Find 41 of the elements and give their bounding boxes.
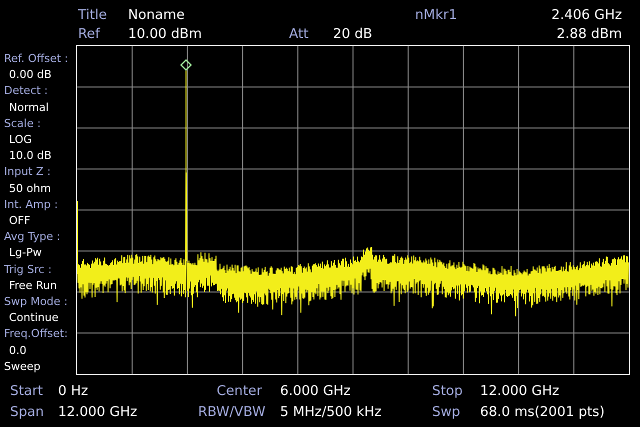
parameter-label: Span	[10, 403, 45, 422]
setting-label: Input Z :	[4, 164, 52, 180]
parameter-label: Center	[216, 382, 263, 401]
section-label: Sweep	[4, 358, 42, 375]
setting-value: 0.00 dB	[8, 67, 53, 84]
parameter-label: Stop	[432, 382, 464, 401]
att-value: 20 dB	[333, 25, 374, 44]
setting-value: 0.0	[8, 342, 28, 359]
marker-frequency: 2.406 GHz	[551, 6, 622, 25]
setting-value: Lg-Pw	[8, 245, 43, 262]
setting-label: Avg Type :	[4, 229, 62, 246]
setting-value: 10.0 dB	[8, 148, 53, 164]
ref-label: Ref	[78, 25, 102, 44]
setting-value: 50 ohm	[8, 180, 52, 197]
setting-value: OFF	[8, 213, 32, 230]
setting-label: Int. Amp :	[4, 196, 59, 213]
parameter-label: Start	[10, 382, 44, 401]
setting-value: Normal	[8, 100, 50, 116]
setting-label: Ref. Offset :	[4, 51, 70, 67]
parameter-value: 12.000 GHz	[480, 382, 560, 401]
setting-value: LOG	[8, 132, 33, 148]
parameter-value: 68.0 ms(2001 pts)	[480, 403, 606, 422]
parameter-value: 0 Hz	[58, 382, 90, 401]
parameter-label: Swp	[432, 403, 462, 422]
parameter-label: RBW/VBW	[198, 403, 266, 422]
title-label: Title	[78, 6, 108, 25]
att-label: Att	[289, 25, 310, 44]
title-value: Noname	[128, 6, 186, 25]
parameter-value: 6.000 GHz	[279, 382, 352, 401]
setting-label: Trig Src :	[4, 262, 53, 278]
setting-label: Swp Mode :	[4, 294, 69, 310]
marker-amplitude: 2.88 dBm	[556, 25, 622, 44]
setting-value: Continue	[8, 310, 60, 326]
setting-value: Free Run	[8, 278, 58, 294]
marker-label: nMkr1	[415, 6, 458, 25]
setting-label: Detect :	[4, 83, 49, 100]
setting-label: Freq.Offset:	[4, 326, 69, 342]
setting-label: Scale :	[4, 116, 42, 132]
parameter-value: 5 MHz/500 kHz	[279, 403, 382, 422]
parameter-value: 12.000 GHz	[58, 403, 138, 422]
ref-value: 10.00 dBm	[128, 25, 203, 44]
